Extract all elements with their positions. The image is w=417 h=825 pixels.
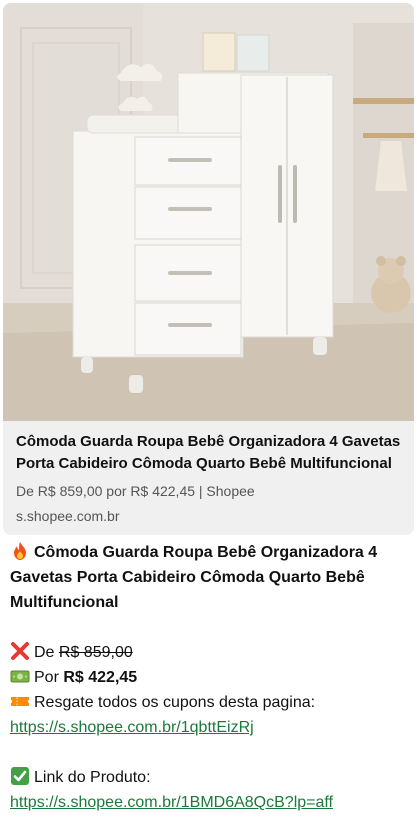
product-label: Link do Produto: (34, 769, 151, 786)
ticket-icon (11, 697, 29, 706)
coupon-line: Resgate todos os cupons desta pagina: (10, 690, 410, 715)
old-price-prefix: De (34, 644, 55, 661)
coupon-text: Resgate todos os cupons desta pagina: (34, 694, 316, 711)
message-body: Cômoda Guarda Roupa Bebê Organizadora 4 … (10, 540, 410, 815)
new-price-line: Por R$ 422,45 (10, 665, 410, 690)
old-price-line: De R$ 859,00 (10, 640, 410, 665)
fire-icon (14, 542, 26, 560)
message-title-line: Cômoda Guarda Roupa Bebê Organizadora 4 … (10, 540, 410, 615)
check-box-icon (11, 767, 29, 785)
new-price-prefix: Por (34, 669, 59, 686)
product-link[interactable]: https://s.shopee.com.br/1BMD6A8QcB?lp=af… (10, 794, 333, 811)
coupon-link[interactable]: https://s.shopee.com.br/1qbttEizRj (10, 719, 254, 736)
message-title: Cômoda Guarda Roupa Bebê Organizadora 4 … (10, 544, 378, 611)
banknote-icon (10, 670, 30, 683)
preview-title[interactable]: Cômoda Guarda Roupa Bebê Organizadora 4 … (16, 431, 401, 475)
old-price: R$ 859,00 (58, 644, 133, 661)
product-image[interactable] (3, 3, 414, 421)
preview-domain: s.shopee.com.br (16, 508, 120, 524)
product-line: Link do Produto: (10, 765, 410, 790)
red-x-icon (11, 642, 29, 660)
preview-description: De R$ 859,00 por R$ 422,45 | Shopee (16, 483, 255, 499)
link-preview-card[interactable]: Cômoda Guarda Roupa Bebê Organizadora 4 … (3, 3, 414, 535)
new-price: R$ 422,45 (63, 669, 138, 686)
